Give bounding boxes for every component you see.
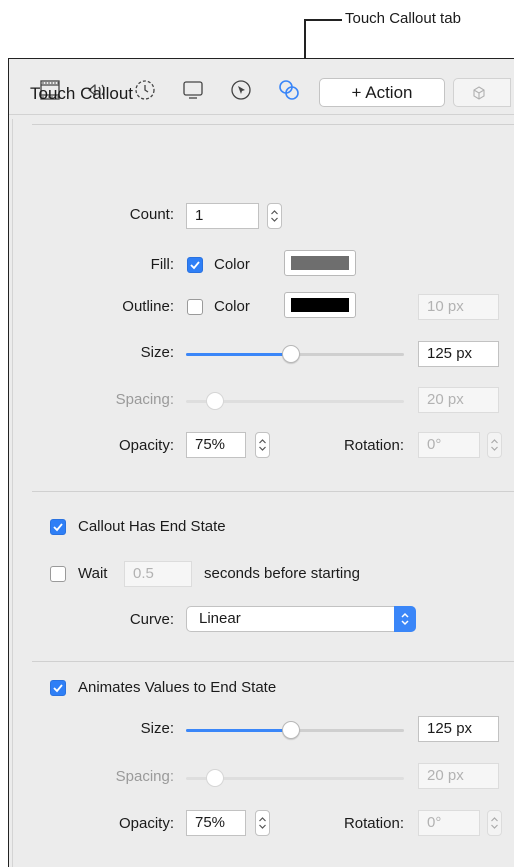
outline-color-well[interactable] bbox=[284, 292, 356, 318]
outline-color-swatch bbox=[291, 298, 349, 312]
end-size-field[interactable]: 125 px bbox=[418, 716, 499, 742]
size-label: Size: bbox=[140, 344, 174, 361]
fill-color-well[interactable] bbox=[284, 250, 356, 276]
spacing-slider-knob[interactable] bbox=[206, 392, 224, 410]
count-label: Count: bbox=[129, 206, 174, 223]
wait-suffix-label: seconds before starting bbox=[204, 565, 360, 582]
touch-callout-icon[interactable] bbox=[276, 77, 302, 103]
curve-select[interactable]: Linear bbox=[186, 606, 416, 632]
chevron-updown-icon bbox=[394, 606, 416, 632]
object-button[interactable] bbox=[453, 78, 511, 107]
section-title: Touch Callout bbox=[30, 84, 134, 103]
outline-color-checkbox[interactable] bbox=[187, 299, 203, 315]
wait-checkbox[interactable] bbox=[50, 566, 66, 582]
end-rotation-stepper[interactable] bbox=[487, 810, 502, 836]
end-opacity-field[interactable]: 75% bbox=[186, 810, 246, 836]
end-size-label: Size: bbox=[140, 720, 174, 737]
end-size-slider-knob[interactable] bbox=[282, 721, 300, 739]
curve-select-value: Linear bbox=[199, 610, 241, 627]
count-stepper[interactable] bbox=[267, 203, 282, 229]
divider bbox=[32, 661, 514, 662]
callout-end-state-checkbox[interactable] bbox=[50, 519, 66, 535]
screen-icon[interactable] bbox=[180, 77, 206, 103]
end-rotation-label: Rotation: bbox=[343, 815, 404, 832]
wait-seconds-field[interactable]: 0.5 bbox=[124, 561, 192, 587]
rotation-field[interactable]: 0° bbox=[418, 432, 480, 458]
opacity-label: Opacity: bbox=[118, 437, 174, 454]
curve-label: Curve: bbox=[129, 611, 174, 628]
add-action-button[interactable]: + Action bbox=[319, 78, 445, 107]
callout-end-state-label: Callout Has End State bbox=[78, 518, 226, 535]
wait-label: Wait bbox=[78, 565, 108, 582]
size-slider-knob[interactable] bbox=[282, 345, 300, 363]
fill-label: Fill: bbox=[150, 256, 174, 273]
clock-icon[interactable] bbox=[132, 77, 158, 103]
fill-color-label: Color bbox=[214, 256, 250, 273]
rotation-stepper[interactable] bbox=[487, 432, 502, 458]
spacing-slider[interactable] bbox=[186, 391, 404, 411]
fill-color-checkbox[interactable] bbox=[187, 257, 203, 273]
size-slider[interactable] bbox=[186, 344, 404, 364]
annotation-leader-line bbox=[304, 19, 342, 21]
size-field[interactable]: 125 px bbox=[418, 341, 499, 367]
animates-values-label: Animates Values to End State bbox=[78, 679, 277, 696]
touch-callout-tab-annotation: Touch Callout tab bbox=[345, 10, 461, 27]
annotation-leader-line-vertical bbox=[304, 19, 306, 59]
count-field[interactable]: 1 bbox=[186, 203, 259, 229]
divider bbox=[32, 491, 514, 492]
fill-color-swatch bbox=[291, 256, 349, 270]
end-spacing-field[interactable]: 20 px bbox=[418, 763, 499, 789]
end-spacing-slider-knob[interactable] bbox=[206, 769, 224, 787]
rotation-label: Rotation: bbox=[343, 437, 404, 454]
opacity-stepper[interactable] bbox=[255, 432, 270, 458]
end-size-slider[interactable] bbox=[186, 720, 404, 740]
end-spacing-label: Spacing: bbox=[115, 768, 174, 785]
end-opacity-label: Opacity: bbox=[118, 815, 174, 832]
end-opacity-stepper[interactable] bbox=[255, 810, 270, 836]
end-rotation-field[interactable]: 0° bbox=[418, 810, 480, 836]
inspector-body bbox=[12, 119, 514, 867]
cursor-icon[interactable] bbox=[228, 77, 254, 103]
outline-label: Outline: bbox=[122, 298, 174, 315]
outline-color-label: Color bbox=[214, 298, 250, 315]
animates-values-checkbox[interactable] bbox=[50, 680, 66, 696]
cube-icon bbox=[473, 86, 485, 100]
end-spacing-slider[interactable] bbox=[186, 768, 404, 788]
divider bbox=[32, 124, 514, 125]
opacity-field[interactable]: 75% bbox=[186, 432, 246, 458]
spacing-field[interactable]: 20 px bbox=[418, 387, 499, 413]
outline-width-field[interactable]: 10 px bbox=[418, 294, 499, 320]
spacing-label: Spacing: bbox=[115, 391, 174, 408]
inspector-window bbox=[8, 58, 514, 867]
